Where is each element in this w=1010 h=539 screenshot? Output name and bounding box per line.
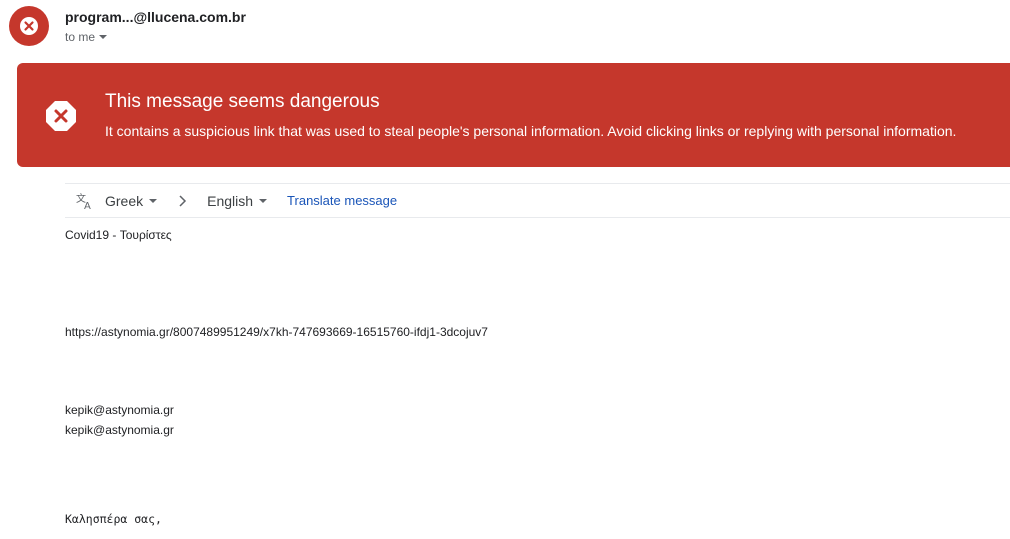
sender-avatar[interactable]: [9, 6, 49, 46]
warning-description: It contains a suspicious link that was u…: [105, 123, 957, 139]
recipient-dropdown[interactable]: to me: [65, 30, 108, 44]
target-language-label: English: [207, 192, 254, 209]
chevron-down-icon: [149, 198, 158, 203]
warning-title: This message seems dangerous: [105, 91, 380, 112]
sender-name[interactable]: program...@llucena.com.br: [65, 9, 246, 25]
warning-octagon-icon: [46, 101, 76, 131]
source-language-select[interactable]: Greek: [105, 192, 158, 209]
body-suspicious-link[interactable]: https://astynomia.gr/8007489951249/x7kh-…: [65, 325, 488, 339]
translate-message-link[interactable]: Translate message: [287, 193, 397, 208]
translate-bar: 文 A Greek English Translate message: [65, 183, 1010, 218]
chevron-down-icon: [259, 198, 268, 203]
translate-icon: 文 A: [75, 191, 95, 211]
source-language-label: Greek: [105, 192, 144, 209]
target-language-select[interactable]: English: [207, 192, 268, 209]
recipient-label: to me: [65, 30, 96, 44]
body-email-1[interactable]: kepik@astynomia.gr: [65, 403, 174, 417]
body-email-2[interactable]: kepik@astynomia.gr: [65, 423, 174, 437]
danger-x-icon: [20, 17, 38, 35]
body-subject-line: Covid19 - Τουρίστες: [65, 228, 172, 242]
chevron-right-icon: [177, 194, 187, 207]
body-greeting: Καλησπέρα σας,: [65, 512, 162, 526]
danger-warning-banner: This message seems dangerous It contains…: [17, 63, 1010, 167]
chevron-down-icon: [99, 35, 108, 39]
svg-text:A: A: [84, 201, 91, 211]
